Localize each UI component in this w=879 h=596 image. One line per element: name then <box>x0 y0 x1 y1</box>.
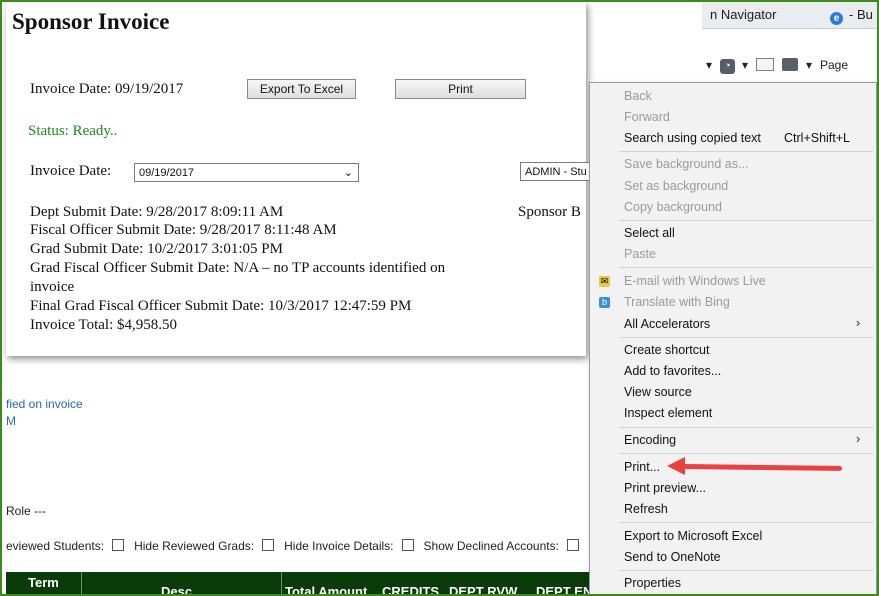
sponsor-invoice-dialog: Sponsor Invoice Invoice Date: 09/19/2017… <box>6 2 600 356</box>
command-bar: ▾ ◔ ▾ ▾ Page <box>702 54 877 80</box>
grid-header-dept-rvw[interactable]: DEPT RVW <box>449 584 517 594</box>
status-text: Status: Ready.. <box>28 123 118 139</box>
menu-item-set-background[interactable]: Set as background <box>624 179 728 193</box>
read-mail-icon[interactable] <box>756 58 774 74</box>
dialog-title: Sponsor Invoice <box>12 9 170 34</box>
chevron-down-icon[interactable]: ▾ <box>706 58 712 72</box>
invoice-date-selected-value: 09/19/2017 <box>139 167 195 179</box>
menu-separator <box>619 337 873 338</box>
menu-item-paste[interactable]: Paste <box>624 247 656 261</box>
menu-item-print[interactable]: Print... <box>624 460 660 474</box>
grid-header-credits[interactable]: CREDITS <box>382 584 439 594</box>
menu-item-save-background[interactable]: Save background as... <box>624 157 748 171</box>
menu-item-encoding[interactable]: Encoding <box>624 433 676 447</box>
menu-item-copy-background[interactable]: Copy background <box>624 200 722 214</box>
background-link[interactable]: M <box>6 414 16 428</box>
menu-item-email-windows-live[interactable]: E-mail with Windows Live <box>624 274 766 288</box>
hide-invoice-details-checkbox[interactable] <box>401 539 414 551</box>
menu-item-send-onenote[interactable]: Send to OneNote <box>624 550 721 564</box>
grad-submit-date: Grad Submit Date: 10/2/2017 3:01:05 PM <box>30 241 283 257</box>
grid-divider <box>281 572 282 594</box>
windows-live-mail-icon: ✉ <box>599 276 610 287</box>
export-to-excel-button[interactable]: Export To Excel <box>247 79 356 99</box>
menu-separator <box>619 151 873 152</box>
browser-tab-bu[interactable]: e - Bu <box>830 7 873 25</box>
menu-separator <box>619 427 873 428</box>
menu-item-create-shortcut[interactable]: Create shortcut <box>624 343 709 357</box>
menu-item-print-preview[interactable]: Print preview... <box>624 481 706 495</box>
chevron-down-icon: ⌄ <box>343 167 353 179</box>
reviewed-students-label: eviewed Students: <box>6 539 105 553</box>
menu-item-add-to-favorites[interactable]: Add to favorites... <box>624 364 721 378</box>
menu-separator <box>619 220 873 221</box>
invoice-date-label: Invoice Date: <box>30 163 112 179</box>
grid-header-term[interactable]: Term <box>28 575 59 590</box>
invoice-date-select[interactable]: 09/19/2017 ⌄ <box>134 163 359 182</box>
show-declined-accounts-label: Show Declined Accounts: <box>423 539 559 553</box>
sponsor-label: Sponsor B <box>518 204 581 220</box>
hide-reviewed-grads-label: Hide Reviewed Grads: <box>134 539 255 553</box>
grad-fiscal-officer-submit-date-cont: invoice <box>30 279 75 295</box>
menu-item-all-accelerators[interactable]: All Accelerators <box>624 317 710 331</box>
show-declined-accounts-checkbox[interactable] <box>566 539 579 551</box>
dept-submit-date: Dept Submit Date: 9/28/2017 8:09:11 AM <box>30 204 284 220</box>
invoice-total: Invoice Total: $4,958.50 <box>30 317 177 333</box>
background-link[interactable]: fied on invoice <box>6 397 83 411</box>
print-icon[interactable] <box>782 58 798 74</box>
browser-tab-strip: n Navigator e - Bu <box>702 2 877 29</box>
grid-header-row: Term Desc Total Amount CREDITS DEPT RVW … <box>6 572 606 594</box>
menu-item-search-copied-text[interactable]: Search using copied text <box>624 131 761 145</box>
menu-separator <box>619 453 873 454</box>
chevron-right-icon: › <box>856 315 861 330</box>
grid-divider <box>81 572 82 594</box>
browser-tab-bu-label: - Bu <box>849 7 873 22</box>
menu-separator <box>619 267 873 268</box>
grid-header-dept-en[interactable]: DEPT EN <box>536 584 592 594</box>
rss-feed-icon[interactable]: ◔ <box>720 58 735 74</box>
search-shortcut: Ctrl+Shift+L <box>784 131 851 145</box>
invoice-date-text: Invoice Date: 09/19/2017 <box>30 81 184 97</box>
filter-row: eviewed Students: Hide Reviewed Grads: Hid… <box>6 539 589 553</box>
menu-item-select-all[interactable]: Select all <box>624 226 675 240</box>
menu-item-translate-bing[interactable]: Translate with Bing <box>624 295 730 309</box>
hide-invoice-details-label: Hide Invoice Details: <box>284 539 394 553</box>
browser-tab-navigator[interactable]: n Navigator <box>710 7 776 22</box>
bing-translate-icon: b <box>599 297 610 308</box>
menu-item-inspect-element[interactable]: Inspect element <box>624 406 712 420</box>
menu-separator <box>619 570 873 571</box>
context-menu: Back Forward Search using copied text Ct… <box>589 82 877 594</box>
print-button[interactable]: Print <box>395 79 526 99</box>
chevron-down-icon[interactable]: ▾ <box>806 58 812 72</box>
menu-item-export-excel[interactable]: Export to Microsoft Excel <box>624 529 762 543</box>
menu-item-forward[interactable]: Forward <box>624 110 670 124</box>
reviewed-students-checkbox[interactable] <box>112 539 125 551</box>
ie-icon: e <box>830 12 843 25</box>
grid-header-desc[interactable]: Desc <box>161 584 192 594</box>
final-grad-fiscal-officer-submit-date: Final Grad Fiscal Officer Submit Date: 1… <box>30 298 412 314</box>
page-menu[interactable]: Page <box>820 58 848 72</box>
annotation-arrow-icon <box>667 457 685 475</box>
role-text: Role --- <box>6 504 47 518</box>
menu-item-properties[interactable]: Properties <box>624 576 681 590</box>
chevron-down-icon[interactable]: ▾ <box>742 58 748 72</box>
admin-select[interactable]: ADMIN - Stu <box>520 162 600 181</box>
screenshot-frame: n Navigator e - Bu ▾ ◔ ▾ ▾ Page fied on i… <box>0 0 879 596</box>
chevron-right-icon: › <box>856 431 861 446</box>
menu-separator <box>619 522 873 523</box>
grad-fiscal-officer-submit-date: Grad Fiscal Officer Submit Date: N/A – n… <box>30 260 446 276</box>
menu-item-view-source[interactable]: View source <box>624 385 692 399</box>
hide-reviewed-grads-checkbox[interactable] <box>262 539 275 551</box>
grid-header-total-amount[interactable]: Total Amount <box>285 584 367 594</box>
fiscal-officer-submit-date: Fiscal Officer Submit Date: 9/28/2017 8:… <box>30 222 337 238</box>
menu-item-refresh[interactable]: Refresh <box>624 502 668 516</box>
menu-item-back[interactable]: Back <box>624 89 652 103</box>
